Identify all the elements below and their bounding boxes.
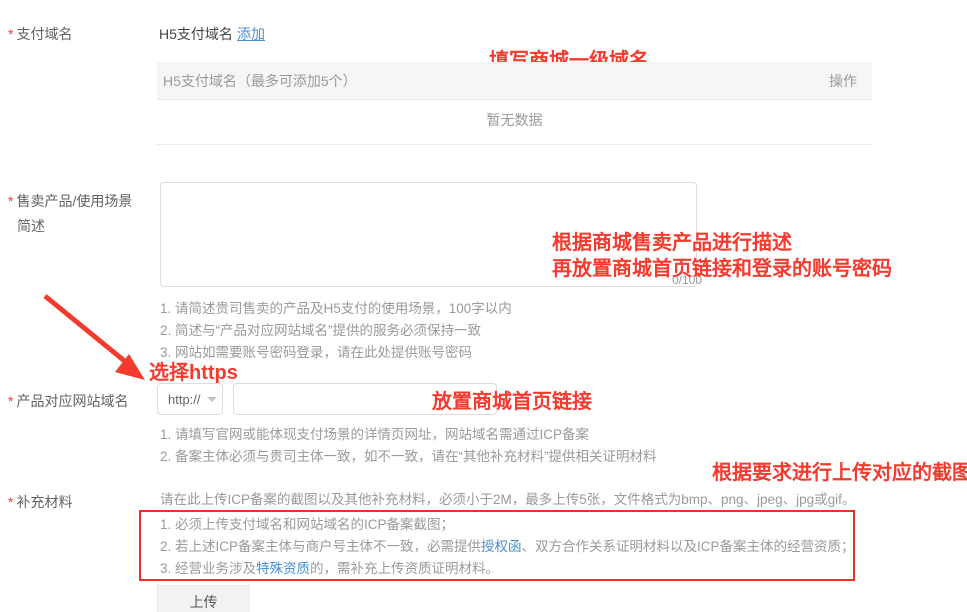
- protocol-selected-value: http://: [168, 392, 201, 407]
- protocol-select[interactable]: http://: [157, 383, 223, 415]
- special-qualification-link[interactable]: 特殊资质: [256, 561, 310, 576]
- supplement-item-1: 1. 必须上传支付域名和网站域名的ICP备案截图；: [160, 514, 454, 536]
- annotation-choose-https: 选择https: [149, 356, 238, 385]
- annotation-upload-screenshots: 根据要求进行上传对应的截图: [712, 456, 967, 485]
- payment-domain-label: *支付域名: [8, 24, 72, 44]
- required-asterisk: *: [8, 494, 13, 510]
- arrow-annotation-icon: [35, 288, 155, 388]
- website-domain-label: *产品对应网站域名: [8, 391, 128, 411]
- supplement-intro: 请在此上传ICP备案的截图以及其他补充材料，必须小于2M，最多上传5张，文件格式…: [160, 489, 855, 511]
- empty-data-text: 暂无数据: [487, 110, 543, 130]
- domain-table-empty-row: 暂无数据: [157, 100, 872, 145]
- h5-domain-type-label: H5支付域名: [159, 24, 233, 44]
- website-domain-hint-2: 2. 备案主体必须与贵司主体一致，如不一致，请在“其他补充材料”提供相关证明材料: [160, 446, 657, 468]
- product-desc-label-line2: 简述: [17, 216, 45, 236]
- supplement-item-2: 2. 若上述ICP备案主体与商户号主体不一致，必需提供授权函、双方合作关系证明材…: [160, 536, 855, 558]
- website-domain-hint-1: 1. 请填写官网或能体现支付场景的详情页网址，网站域名需通过ICP备案: [160, 424, 589, 446]
- domain-table-header-title: H5支付域名（最多可添加5个）: [163, 71, 357, 91]
- annotation-homepage-credentials: 再放置商城首页链接和登录的账号密码: [552, 252, 892, 281]
- product-desc-hint-2: 2. 简述与“产品对应网站域名”提供的服务必须保持一致: [160, 320, 481, 342]
- authorization-letter-link[interactable]: 授权函: [481, 539, 522, 554]
- supplement-item-3: 3. 经营业务涉及特殊资质的，需补充上传资质证明材料。: [160, 558, 499, 580]
- domain-table-action-col: 操作: [829, 71, 857, 91]
- domain-table-header: H5支付域名（最多可添加5个） 操作: [157, 62, 872, 100]
- product-desc-label-line1: *售卖产品/使用场景: [8, 191, 132, 211]
- supplement-label: *补充材料: [8, 492, 72, 512]
- upload-button[interactable]: 上传: [157, 585, 250, 612]
- required-asterisk: *: [8, 193, 13, 209]
- chevron-down-icon: [207, 397, 217, 402]
- required-asterisk: *: [8, 393, 13, 409]
- annotation-homepage-link: 放置商城首页链接: [432, 385, 592, 414]
- annotation-describe-products: 根据商城售卖产品进行描述: [552, 226, 792, 255]
- required-asterisk: *: [8, 26, 13, 42]
- add-domain-link[interactable]: 添加: [237, 24, 265, 44]
- product-desc-hint-1: 1. 请简述贵司售卖的产品及H5支付的使用场景，100字以内: [160, 298, 512, 320]
- form-page: *支付域名 H5支付域名 添加 填写商城一级域名 H5支付域名（最多可添加5个）…: [0, 0, 967, 612]
